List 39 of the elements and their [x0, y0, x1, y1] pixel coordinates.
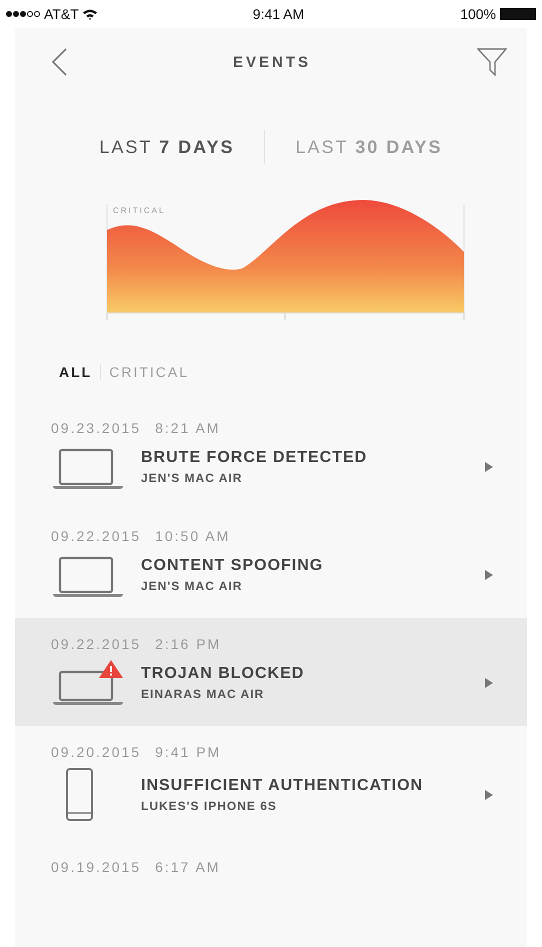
clock: 9:41 AM: [252, 6, 304, 22]
disclosure-icon: [485, 570, 493, 580]
page-title: EVENTS: [232, 54, 311, 70]
disclosure-icon: [485, 462, 493, 472]
filter-icon[interactable]: [476, 48, 507, 76]
device-name: EINARAS MAC AIR: [141, 687, 266, 701]
event-time: 8:21 AM: [155, 420, 220, 436]
back-icon[interactable]: [51, 48, 67, 76]
event-date: 09.22.2015: [51, 528, 142, 544]
event-row[interactable]: 09.20.2015 9:41 PM INSUFFICIENT AUTHENTICATION LUKES'S IPHONE 6S: [15, 726, 527, 841]
disclosure-icon: [485, 790, 493, 800]
event-row[interactable]: 09.22.2015 10:50 AM CONTENT SPOOFING JEN'S MAC AIR: [15, 510, 527, 618]
phone-icon: [66, 768, 93, 821]
event-row[interactable]: 09.23.2015 8:21 AM BRUTE FORCE DETECTED JEN'S MAC AIR: [15, 402, 527, 510]
event-title: BRUTE FORCE DETECTED: [141, 449, 368, 467]
event-title: INSUFFICIENT AUTHENTICATION: [141, 776, 424, 794]
battery-icon: [500, 8, 536, 20]
event-time: 6:17 AM: [155, 859, 220, 875]
event-date: 09.22.2015: [51, 636, 142, 652]
disclosure-icon: [485, 678, 493, 688]
event-date: 09.23.2015: [51, 420, 142, 436]
battery-percent: 100%: [460, 6, 496, 22]
signal-icon: [6, 11, 40, 17]
wifi-icon: [82, 8, 97, 20]
device-name: LUKES'S IPHONE 6S: [141, 798, 278, 812]
event-title: CONTENT SPOOFING: [141, 557, 324, 575]
event-time: 9:41 PM: [155, 744, 222, 760]
filter-tab[interactable]: ALL: [59, 364, 92, 380]
event-date: 09.19.2015: [51, 859, 142, 875]
event-date: 09.20.2015: [51, 744, 142, 760]
carrier-name: AT&T: [44, 6, 79, 22]
event-time: 10:50 AM: [155, 528, 230, 544]
event-title: TROJAN BLOCKED: [141, 665, 306, 683]
device-name: JEN'S MAC AIR: [141, 579, 244, 593]
chart-label: CRITICAL: [113, 206, 166, 215]
event-row[interactable]: 09.22.2015 2:16 PM TROJAN BLOCKED EINARAS MAC AIR: [15, 618, 527, 726]
event-time: 2:16 PM: [155, 636, 222, 652]
device-name: JEN'S MAC AIR: [141, 471, 244, 485]
range-tab[interactable]: LAST 7 DAYS: [69, 132, 264, 162]
